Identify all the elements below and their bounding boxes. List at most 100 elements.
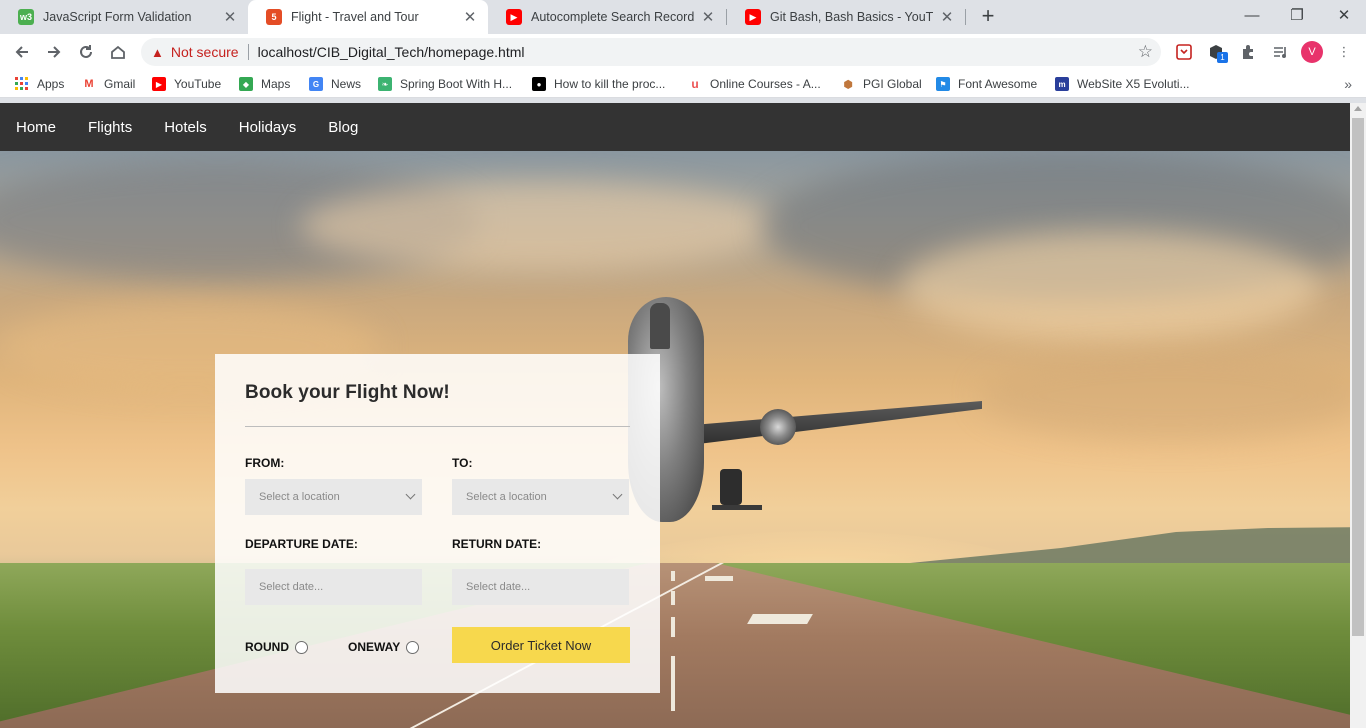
tab-separator [965, 9, 966, 25]
address-separator [247, 44, 249, 60]
departure-date-label: DEPARTURE DATE: [245, 537, 358, 551]
youtube-icon: ▶ [745, 9, 761, 25]
nav-blog[interactable]: Blog [328, 119, 358, 136]
bookmark-online-courses[interactable]: u Online Courses - A... [688, 76, 821, 92]
return-date-input[interactable] [452, 569, 629, 605]
udemy-icon: u [688, 77, 702, 91]
home-button[interactable] [104, 38, 132, 66]
tab-javascript-form-validation[interactable]: w3 JavaScript Form Validation ✕ [0, 0, 248, 34]
hero-background-image: Book your Flight Now! FROM: TO: Select a… [0, 151, 1350, 728]
bookmark-spring-boot[interactable]: ❧ Spring Boot With H... [378, 76, 512, 92]
url-text[interactable]: localhost/CIB_Digital_Tech/homepage.html [258, 44, 525, 60]
airplane-tail [650, 303, 670, 349]
profile-avatar[interactable]: V [1301, 41, 1323, 63]
bookmark-gmail[interactable]: M Gmail [82, 76, 135, 92]
bookmark-youtube[interactable]: ▶ YouTube [152, 76, 221, 92]
tab-flight-travel-and-tour[interactable]: 5 Flight - Travel and Tour ✕ [248, 0, 488, 34]
pocket-extension-icon[interactable] [1174, 42, 1194, 62]
restore-button[interactable]: ❐ [1285, 4, 1309, 28]
oneway-label: ONEWAY [348, 640, 401, 654]
bookmark-apps[interactable]: Apps [15, 76, 64, 92]
bookmark-website-x5[interactable]: m WebSite X5 Evoluti... [1055, 76, 1190, 92]
cloud [300, 181, 780, 271]
close-window-button[interactable]: ✕ [1332, 4, 1356, 28]
bookmark-font-awesome[interactable]: ⚑ Font Awesome [936, 76, 1037, 92]
oneway-radio[interactable] [406, 640, 420, 654]
round-radio[interactable] [295, 640, 308, 654]
title-divider [245, 426, 630, 427]
site-navbar: Home Flights Hotels Holidays Blog [0, 103, 1350, 151]
w3schools-icon: w3 [18, 9, 34, 25]
bookmark-label: Spring Boot With H... [400, 77, 513, 91]
bookmark-label: Maps [261, 77, 291, 91]
from-location-select[interactable]: Select a location [245, 479, 422, 515]
airplane-wing [690, 401, 982, 445]
runway-centerline [671, 571, 675, 581]
nav-holidays[interactable]: Holidays [239, 119, 297, 136]
flag-icon: ⚑ [936, 77, 950, 91]
nav-hotels[interactable]: Hotels [164, 119, 207, 136]
runway-marking [705, 576, 733, 581]
chevron-down-icon [405, 489, 416, 500]
airplane-engine [760, 409, 796, 445]
to-location-select[interactable]: Select a location [452, 479, 629, 515]
address-bar[interactable]: ▲ Not secure localhost/CIB_Digital_Tech/… [141, 38, 1161, 66]
bookmark-pgi-global[interactable]: ⬢ PGI Global [841, 76, 922, 92]
bookmark-maps[interactable]: ◆ Maps [239, 76, 290, 92]
new-tab-button[interactable]: + [976, 4, 1000, 28]
close-tab-icon[interactable]: ✕ [939, 8, 955, 26]
scrollbar-thumb[interactable] [1352, 118, 1364, 636]
runway-centerline [671, 617, 675, 637]
tab-title: Git Bash, Bash Basics - YouTube [770, 10, 933, 24]
bookmark-news[interactable]: G News [309, 76, 361, 92]
browser-toolbar: ▲ Not secure localhost/CIB_Digital_Tech/… [0, 34, 1366, 70]
page-viewport: Home Flights Hotels Holidays Blog Book y… [0, 103, 1350, 728]
close-tab-icon[interactable]: ✕ [462, 8, 478, 26]
airplane-gear-strut [712, 505, 762, 510]
extensions-puzzle-icon[interactable] [1238, 42, 1258, 62]
departure-date-input[interactable] [245, 569, 422, 605]
runway-centerline [671, 656, 675, 711]
booking-title: Book your Flight Now! [245, 382, 450, 403]
nav-flights[interactable]: Flights [88, 119, 132, 136]
pgi-icon: ⬢ [841, 77, 855, 91]
close-tab-icon[interactable]: ✕ [222, 8, 238, 26]
bookmark-star-icon[interactable]: ☆ [1138, 42, 1153, 62]
tab-title: Autocomplete Search Record Fro [531, 10, 694, 24]
from-select-placeholder: Select a location [259, 491, 340, 503]
return-date-label: RETURN DATE: [452, 537, 542, 551]
nav-home[interactable]: Home [16, 119, 56, 136]
minimize-button[interactable]: — [1240, 4, 1264, 28]
extension-badge: 1 [1217, 52, 1228, 63]
html5-icon: 5 [266, 9, 282, 25]
reload-button[interactable] [72, 38, 100, 66]
close-tab-icon[interactable]: ✕ [700, 8, 716, 26]
bookmarks-overflow-icon[interactable]: » [1344, 76, 1352, 92]
to-label: TO: [452, 456, 473, 470]
youtube-icon: ▶ [506, 9, 522, 25]
media-control-icon[interactable] [1270, 42, 1290, 62]
round-trip-option[interactable]: ROUND [245, 640, 308, 654]
not-secure-label[interactable]: Not secure [171, 44, 239, 60]
warning-icon[interactable]: ▲ [151, 45, 164, 60]
bookmark-label: Font Awesome [958, 77, 1038, 91]
chrome-menu-icon[interactable]: ⋮ [1334, 42, 1354, 62]
maps-icon: ◆ [239, 77, 253, 91]
forward-button[interactable] [40, 38, 68, 66]
medium-icon: ● [532, 77, 546, 91]
cube-extension-icon[interactable]: 1 [1206, 42, 1228, 63]
bookmark-how-to-kill[interactable]: ● How to kill the proc... [532, 76, 665, 92]
back-button[interactable] [8, 38, 36, 66]
oneway-trip-option[interactable]: ONEWAY [348, 640, 420, 654]
scroll-up-arrow-icon[interactable] [1354, 106, 1362, 111]
bookmark-label: Gmail [104, 77, 136, 91]
to-select-placeholder: Select a location [466, 491, 547, 503]
tab-git-bash[interactable]: ▶ Git Bash, Bash Basics - YouTube ✕ [727, 0, 965, 34]
bookmark-label: News [331, 77, 362, 91]
home-icon [111, 45, 125, 59]
cloud [900, 231, 1320, 341]
tab-autocomplete-search[interactable]: ▶ Autocomplete Search Record Fro ✕ [488, 0, 726, 34]
airplane-landing-gear [720, 469, 742, 505]
back-arrow-icon [15, 46, 28, 58]
order-ticket-button[interactable]: Order Ticket Now [452, 627, 630, 663]
